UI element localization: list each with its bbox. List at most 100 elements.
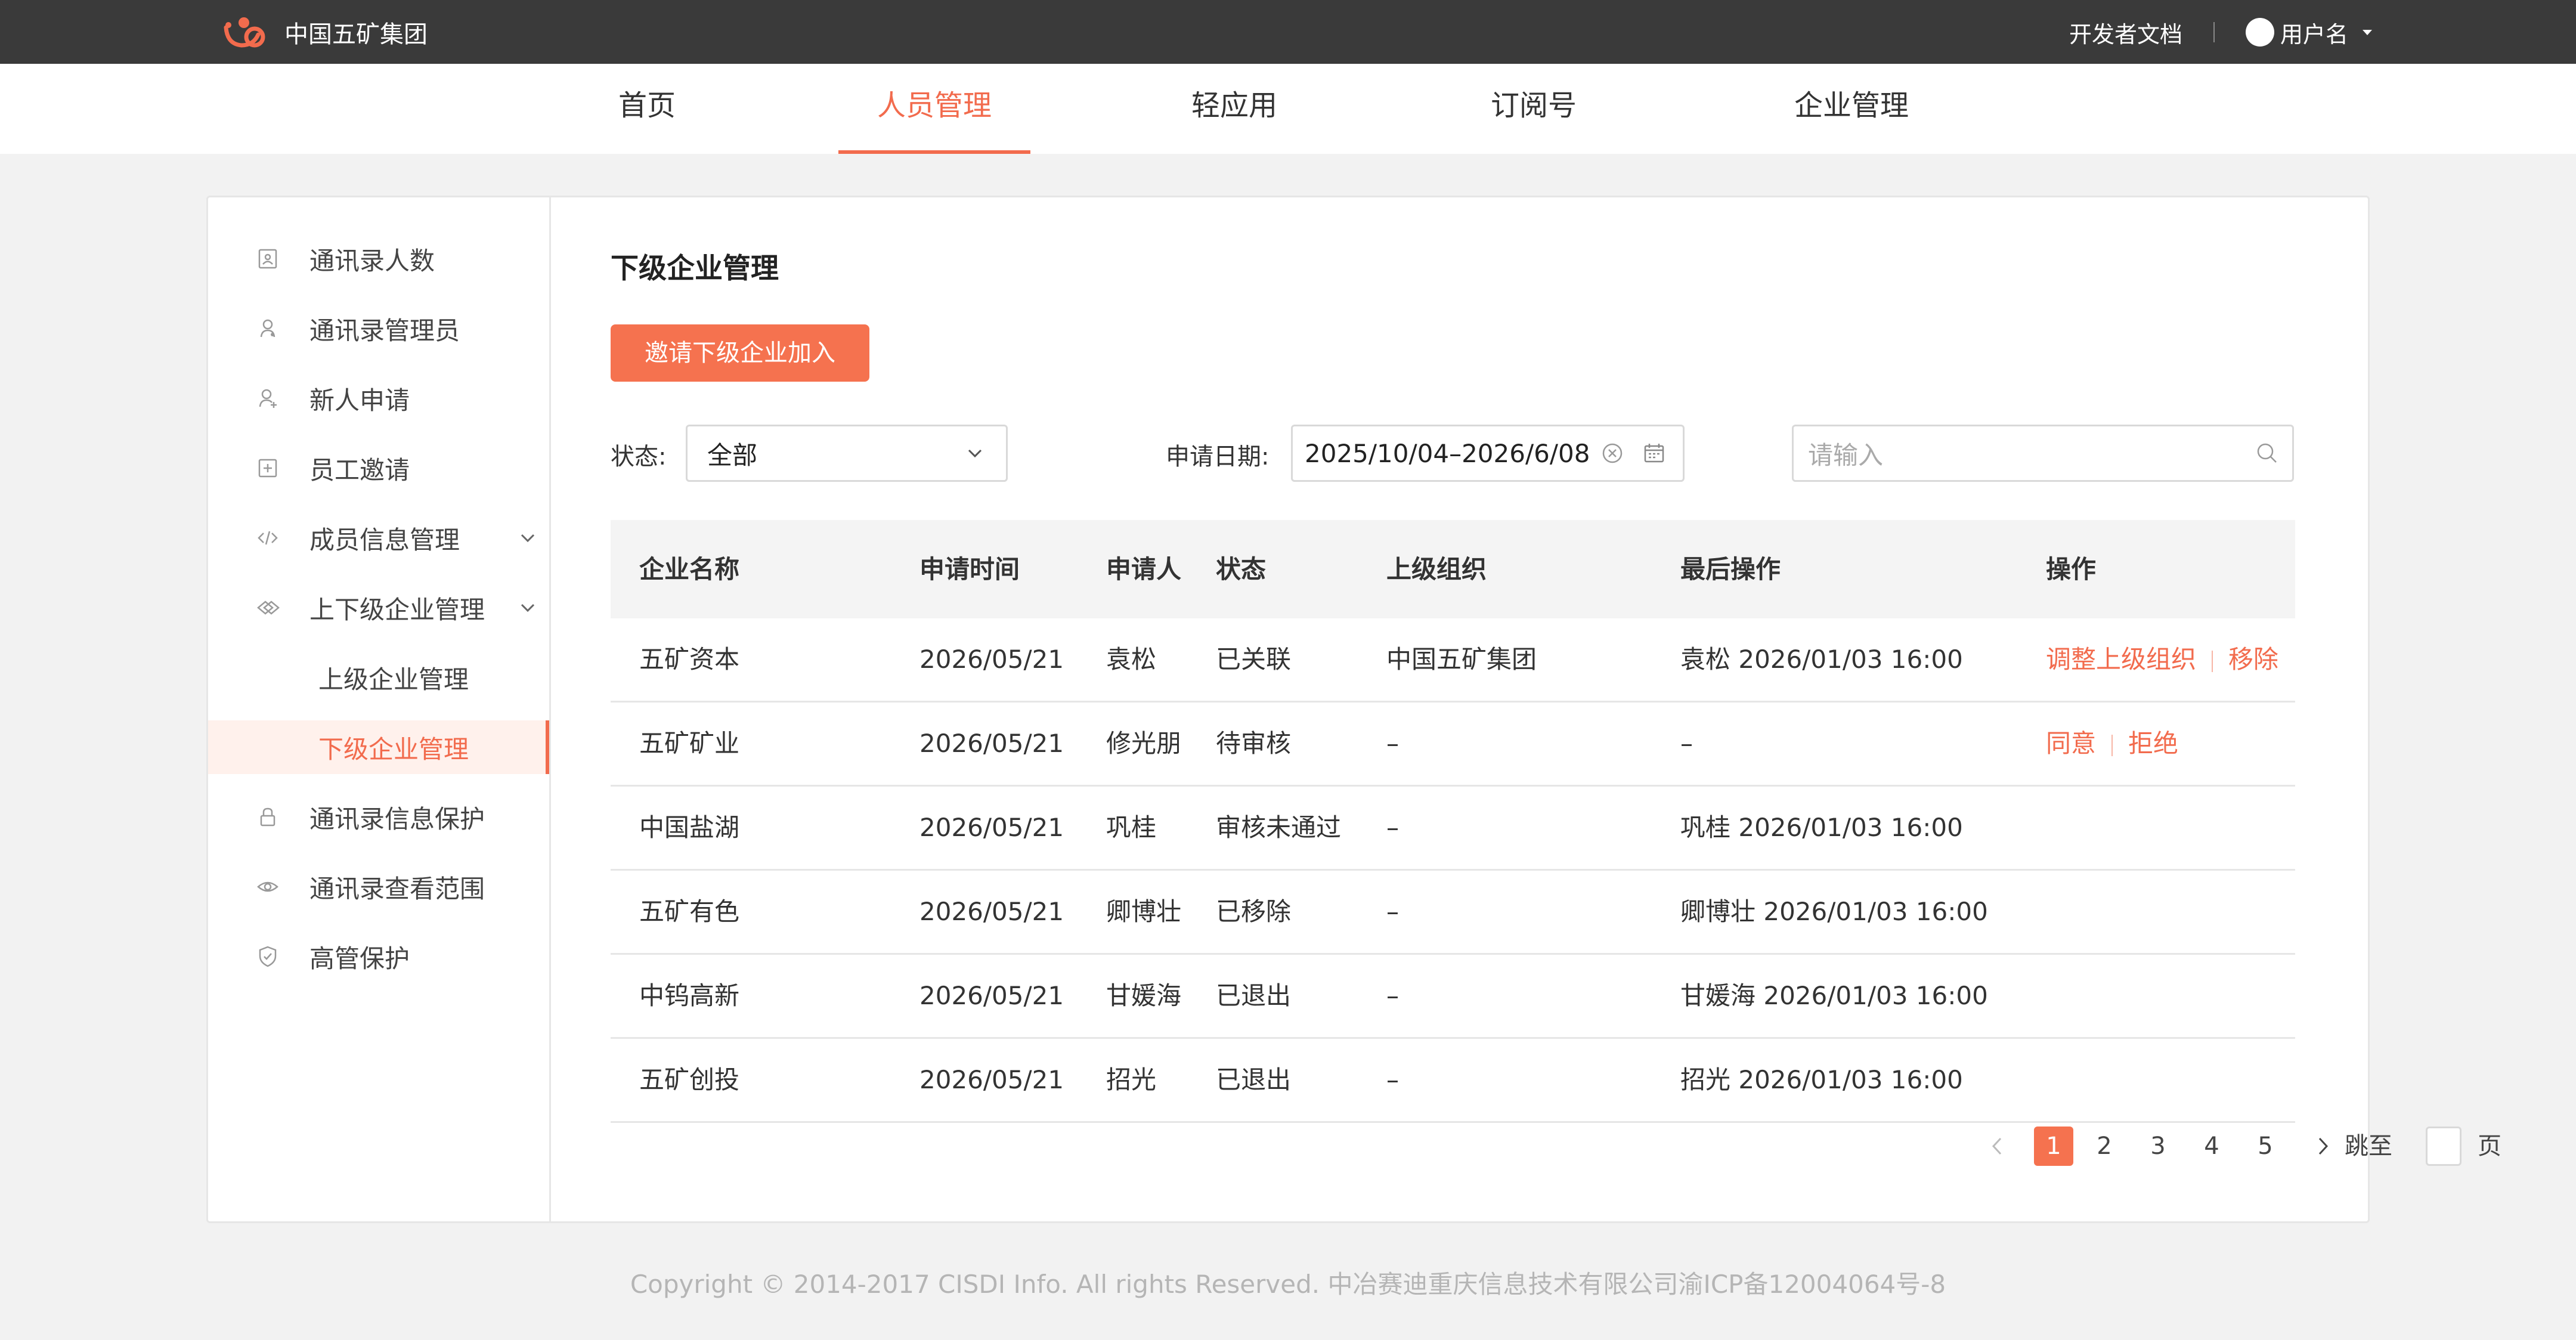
reject-link[interactable]: 拒绝 (2128, 729, 2178, 758)
cell-last-op: 袁松 2026/01/03 16:00 (1680, 645, 1963, 674)
chevron-left-icon[interactable] (1985, 1127, 2009, 1166)
sidebar-item-label: 成员信息管理 (309, 525, 460, 555)
cell-name: 五矿资本 (639, 645, 740, 674)
invite-sub-enterprise-button[interactable]: 邀请下级企业加入 (611, 324, 869, 382)
calendar-icon[interactable] (1641, 440, 1667, 466)
column-header-last-op: 最后操作 (1680, 555, 1781, 584)
page-2[interactable]: 2 (2089, 1127, 2119, 1166)
sidebar-item-label: 通讯录人数 (309, 246, 435, 276)
table-row: 中钨高新 2026/05/21 甘媛海 已退出 – 甘媛海 2026/01/03… (611, 955, 2295, 1039)
divider (2213, 22, 2215, 42)
caret-down-icon (2363, 29, 2372, 35)
remove-link[interactable]: 移除 (2228, 645, 2278, 674)
status-select[interactable]: 全部 (686, 425, 1008, 482)
status-filter-label: 状态: (611, 443, 667, 471)
table-row: 五矿创投 2026/05/21 招光 已退出 – 招光 2026/01/03 1… (611, 1039, 2295, 1123)
cell-applicant: 袁松 (1106, 645, 1157, 674)
cell-parent: – (1386, 729, 1399, 758)
sidebar-item-enterprise-hierarchy[interactable]: 上下级企业管理 (208, 581, 549, 635)
user-menu[interactable]: 用户名 (2245, 16, 2372, 49)
page-5[interactable]: 5 (2250, 1127, 2280, 1166)
page-3[interactable]: 3 (2143, 1127, 2173, 1166)
cell-parent: – (1386, 981, 1399, 1010)
cell-status: 已退出 (1216, 1065, 1292, 1094)
chevron-right-icon[interactable] (2311, 1127, 2335, 1166)
top-bar: 中国五矿集团 开发者文档 用户名 (0, 0, 2576, 64)
cell-applicant: 巩桂 (1106, 813, 1157, 842)
code-icon (258, 531, 278, 545)
sidebar-item-exec-protection[interactable]: 高管保护 (208, 930, 549, 983)
avatar (2245, 18, 2274, 47)
cell-date: 2026/05/21 (919, 813, 1064, 842)
column-header-parent: 上级组织 (1386, 555, 1487, 584)
pagination: 1 2 3 4 5 跳至 页 (551, 1127, 2501, 1168)
sidebar-item-contact-protection[interactable]: 通讯录信息保护 (208, 790, 549, 844)
sidebar-item-label: 新人申请 (309, 385, 410, 415)
cell-parent: – (1386, 897, 1399, 926)
lock-icon (260, 807, 275, 827)
page-1[interactable]: 1 (2034, 1127, 2073, 1166)
jump-page-input[interactable] (2426, 1127, 2462, 1166)
jump-to-label: 跳至 (2345, 1132, 2392, 1160)
sidebar-item-label: 上级企业管理 (318, 664, 469, 694)
table-row: 五矿矿业 2026/05/21 修光朋 待审核 – – 同意 拒绝 (611, 703, 2295, 787)
action-divider (2212, 650, 2213, 672)
date-range-picker[interactable]: 2025/10/04–2026/6/08 (1291, 425, 1685, 482)
contact-card-icon (258, 249, 277, 269)
chevron-down-icon (968, 449, 982, 458)
approve-link[interactable]: 同意 (2046, 729, 2096, 758)
cell-date: 2026/05/21 (919, 645, 1064, 674)
footer-copyright: Copyright © 2014-2017 CISDI Info. All ri… (630, 1270, 1946, 1299)
search-input[interactable]: 请输入 (1792, 425, 2294, 482)
cell-status: 审核未通过 (1216, 813, 1342, 842)
clear-circle-icon[interactable] (1599, 440, 1626, 466)
sidebar-item-label: 通讯录信息保护 (309, 804, 485, 834)
layers-icon (257, 601, 280, 615)
adjust-parent-link[interactable]: 调整上级组织 (2046, 645, 2196, 674)
search-icon[interactable] (2254, 440, 2280, 466)
sidebar: 通讯录人数 通讯录管理员 新人申请 员工邀请 成员信息管理 上下级企业管理 上级… (208, 197, 551, 1221)
cell-date: 2026/05/21 (919, 1065, 1064, 1094)
brand[interactable]: 中国五矿集团 (221, 14, 428, 50)
nav-enterprise[interactable]: 企业管理 (1789, 64, 1914, 154)
cell-applicant: 卿博壮 (1106, 897, 1182, 926)
sidebar-item-member-info[interactable]: 成员信息管理 (208, 511, 549, 565)
nav-personnel[interactable]: 人员管理 (838, 64, 1030, 154)
dev-docs-link[interactable]: 开发者文档 (2069, 16, 2182, 49)
cell-name: 五矿创投 (639, 1065, 740, 1094)
cell-last-op: 招光 2026/01/03 16:00 (1680, 1065, 1963, 1094)
shield-icon (259, 946, 277, 967)
sidebar-item-employee-invite[interactable]: 员工邀请 (208, 441, 549, 495)
sidebar-item-new-applications[interactable]: 新人申请 (208, 372, 549, 425)
main-nav: 首页 人员管理 轻应用 订阅号 企业管理 (0, 64, 2576, 154)
username: 用户名 (2280, 21, 2348, 48)
brand-name: 中国五矿集团 (284, 21, 428, 48)
cell-name: 五矿有色 (639, 897, 740, 926)
sidebar-item-label: 高管保护 (309, 943, 410, 973)
column-header-actions: 操作 (2046, 555, 2097, 584)
column-header-name: 企业名称 (639, 555, 740, 584)
nav-home[interactable]: 首页 (614, 64, 680, 154)
content: 下级企业管理 邀请下级企业加入 状态: 全部 申请日期: 2025/10/04–… (551, 197, 2501, 1221)
table-row: 五矿有色 2026/05/21 卿博壮 已移除 – 卿博壮 2026/01/03… (611, 871, 2295, 955)
nav-subscriptions[interactable]: 订阅号 (1486, 64, 1581, 154)
eye-icon (257, 881, 278, 892)
nav-light-apps[interactable]: 轻应用 (1187, 64, 1282, 154)
sidebar-item-parent-enterprise[interactable]: 上级企业管理 (208, 651, 549, 704)
cell-last-op: 巩桂 2026/01/03 16:00 (1680, 813, 1963, 842)
sidebar-item-view-scope[interactable]: 通讯录查看范围 (208, 860, 549, 914)
table-header: 企业名称 申请时间 申请人 状态 上级组织 最后操作 操作 (611, 520, 2295, 618)
cell-applicant: 甘媛海 (1106, 981, 1182, 1010)
action-divider (2111, 734, 2113, 756)
cell-parent: – (1386, 1065, 1399, 1094)
chevron-down-icon[interactable] (518, 528, 537, 547)
cell-status: 已退出 (1216, 981, 1292, 1010)
sidebar-item-contact-admin[interactable]: 通讯录管理员 (208, 302, 549, 355)
chevron-down-icon[interactable] (518, 598, 537, 617)
sidebar-item-sub-enterprise[interactable]: 下级企业管理 (208, 720, 549, 774)
sidebar-item-contact-count[interactable]: 通讯录人数 (208, 232, 549, 286)
table-row: 中国盐湖 2026/05/21 巩桂 审核未通过 – 巩桂 2026/01/03… (611, 787, 2295, 871)
page-suffix-label: 页 (2478, 1132, 2501, 1160)
page-4[interactable]: 4 (2197, 1127, 2227, 1166)
date-filter-label: 申请日期: (1166, 443, 1270, 471)
